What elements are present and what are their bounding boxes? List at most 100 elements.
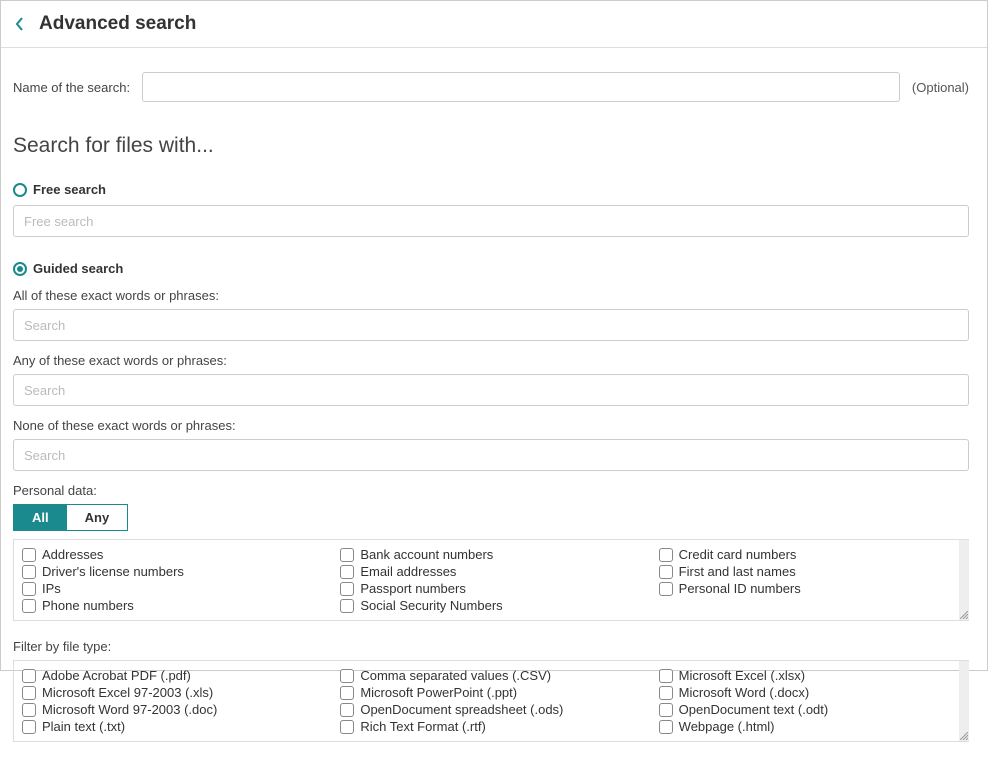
filetype-item[interactable]: Adobe Acrobat PDF (.pdf) — [22, 667, 324, 684]
personal-data-checkbox[interactable] — [340, 548, 354, 562]
personal-data-checkbox[interactable] — [659, 582, 673, 596]
filetype-item[interactable]: OpenDocument text (.odt) — [659, 701, 961, 718]
filetype-label: OpenDocument spreadsheet (.ods) — [360, 702, 563, 717]
filetype-label: Comma separated values (.CSV) — [360, 668, 551, 683]
free-search-radio-row: Free search — [13, 182, 969, 197]
personal-data-checkbox[interactable] — [22, 565, 36, 579]
personal-data-item[interactable]: First and last names — [659, 563, 961, 580]
free-search-radio[interactable] — [13, 183, 27, 197]
radio-dot-icon — [17, 266, 23, 272]
page-title: Advanced search — [39, 13, 196, 35]
filetype-checkbox[interactable] — [22, 703, 36, 717]
back-icon[interactable] — [15, 16, 25, 32]
personal-data-checkbox[interactable] — [659, 548, 673, 562]
guided-search-radio-row: Guided search — [13, 261, 969, 276]
any-words-input[interactable] — [13, 374, 969, 406]
filetype-label: Plain text (.txt) — [42, 719, 125, 734]
filetype-checkbox[interactable] — [659, 703, 673, 717]
personal-data-label: Passport numbers — [360, 581, 466, 596]
filetype-item[interactable]: Microsoft Excel 97-2003 (.xls) — [22, 684, 324, 701]
personal-data-label: First and last names — [679, 564, 796, 579]
filetype-item[interactable]: Webpage (.html) — [659, 718, 961, 735]
none-words-label: None of these exact words or phrases: — [13, 418, 969, 433]
filetype-item[interactable]: Rich Text Format (.rtf) — [340, 718, 642, 735]
filetype-label: Adobe Acrobat PDF (.pdf) — [42, 668, 191, 683]
filetype-checkbox[interactable] — [340, 720, 354, 734]
guided-search-label: Guided search — [33, 261, 123, 276]
personal-data-item[interactable]: Social Security Numbers — [340, 597, 642, 614]
filetype-label: Webpage (.html) — [679, 719, 775, 734]
all-words-input[interactable] — [13, 309, 969, 341]
free-search-input[interactable] — [13, 205, 969, 237]
personal-data-label: Phone numbers — [42, 598, 134, 613]
personal-data-label: Addresses — [42, 547, 103, 562]
content-area: Name of the search: (Optional) Search fo… — [1, 48, 987, 760]
personal-data-item[interactable]: Personal ID numbers — [659, 580, 961, 597]
all-any-toggle: All Any — [13, 504, 128, 531]
any-words-label: Any of these exact words or phrases: — [13, 353, 969, 368]
personal-data-checkbox[interactable] — [22, 582, 36, 596]
filetype-item[interactable]: Plain text (.txt) — [22, 718, 324, 735]
personal-data-item[interactable]: Passport numbers — [340, 580, 642, 597]
search-name-row: Name of the search: (Optional) — [13, 72, 969, 102]
personal-data-label: Email addresses — [360, 564, 456, 579]
personal-data-item[interactable]: Bank account numbers — [340, 546, 642, 563]
filetype-label: Microsoft PowerPoint (.ppt) — [360, 685, 517, 700]
filetype-label: Rich Text Format (.rtf) — [360, 719, 485, 734]
resize-handle[interactable] — [959, 540, 969, 620]
personal-data-item[interactable]: Phone numbers — [22, 597, 324, 614]
page-header: Advanced search — [1, 1, 987, 48]
toggle-any-button[interactable]: Any — [67, 505, 128, 530]
personal-data-checkbox[interactable] — [340, 582, 354, 596]
filetype-checkbox[interactable] — [659, 720, 673, 734]
personal-data-item[interactable]: Email addresses — [340, 563, 642, 580]
personal-data-item[interactable]: Addresses — [22, 546, 324, 563]
toggle-all-button[interactable]: All — [14, 505, 67, 530]
personal-data-label: Driver's license numbers — [42, 564, 184, 579]
optional-label: (Optional) — [912, 80, 969, 95]
filetype-item[interactable]: Microsoft PowerPoint (.ppt) — [340, 684, 642, 701]
filetype-label: Microsoft Word (.docx) — [679, 685, 810, 700]
personal-data-checkbox[interactable] — [22, 548, 36, 562]
filetype-checkbox[interactable] — [22, 720, 36, 734]
none-words-input[interactable] — [13, 439, 969, 471]
filetype-item[interactable]: Microsoft Word 97-2003 (.doc) — [22, 701, 324, 718]
filetype-label: Microsoft Excel 97-2003 (.xls) — [42, 685, 213, 700]
personal-data-label: Social Security Numbers — [360, 598, 502, 613]
personal-data-checkbox[interactable] — [340, 599, 354, 613]
personal-data-checkbox[interactable] — [340, 565, 354, 579]
filetype-label: Microsoft Word 97-2003 (.doc) — [42, 702, 217, 717]
personal-data-item[interactable]: IPs — [22, 580, 324, 597]
resize-grip-icon — [960, 732, 968, 740]
filetype-checkbox[interactable] — [22, 686, 36, 700]
personal-data-checkbox[interactable] — [659, 565, 673, 579]
search-name-input[interactable] — [142, 72, 900, 102]
search-name-label: Name of the search: — [13, 80, 130, 95]
filetype-item[interactable]: OpenDocument spreadsheet (.ods) — [340, 701, 642, 718]
filetype-checkbox[interactable] — [340, 686, 354, 700]
filetype-area: Adobe Acrobat PDF (.pdf) Microsoft Excel … — [13, 660, 969, 742]
all-words-label: All of these exact words or phrases: — [13, 288, 969, 303]
free-search-label: Free search — [33, 182, 106, 197]
filetype-label: OpenDocument text (.odt) — [679, 702, 829, 717]
personal-data-area: Addresses Driver's license numbers IPs Phon… — [13, 539, 969, 621]
filetype-item[interactable]: Comma separated values (.CSV) — [340, 667, 642, 684]
filetype-item[interactable]: Microsoft Excel (.xlsx) — [659, 667, 961, 684]
personal-data-item[interactable]: Credit card numbers — [659, 546, 961, 563]
resize-grip-icon — [960, 611, 968, 619]
section-title: Search for files with... — [13, 134, 969, 158]
filetype-item[interactable]: Microsoft Word (.docx) — [659, 684, 961, 701]
resize-handle[interactable] — [959, 661, 969, 741]
filetype-label: Microsoft Excel (.xlsx) — [679, 668, 805, 683]
filetype-checkbox[interactable] — [340, 703, 354, 717]
guided-search-radio[interactable] — [13, 262, 27, 276]
personal-data-label: Bank account numbers — [360, 547, 493, 562]
personal-data-item[interactable]: Driver's license numbers — [22, 563, 324, 580]
personal-data-label: IPs — [42, 581, 61, 596]
personal-data-label: Personal ID numbers — [679, 581, 801, 596]
filetype-label: Filter by file type: — [13, 639, 969, 654]
personal-data-checkbox[interactable] — [22, 599, 36, 613]
filetype-checkbox[interactable] — [659, 686, 673, 700]
personal-data-label: Personal data: — [13, 483, 969, 498]
personal-data-label: Credit card numbers — [679, 547, 797, 562]
